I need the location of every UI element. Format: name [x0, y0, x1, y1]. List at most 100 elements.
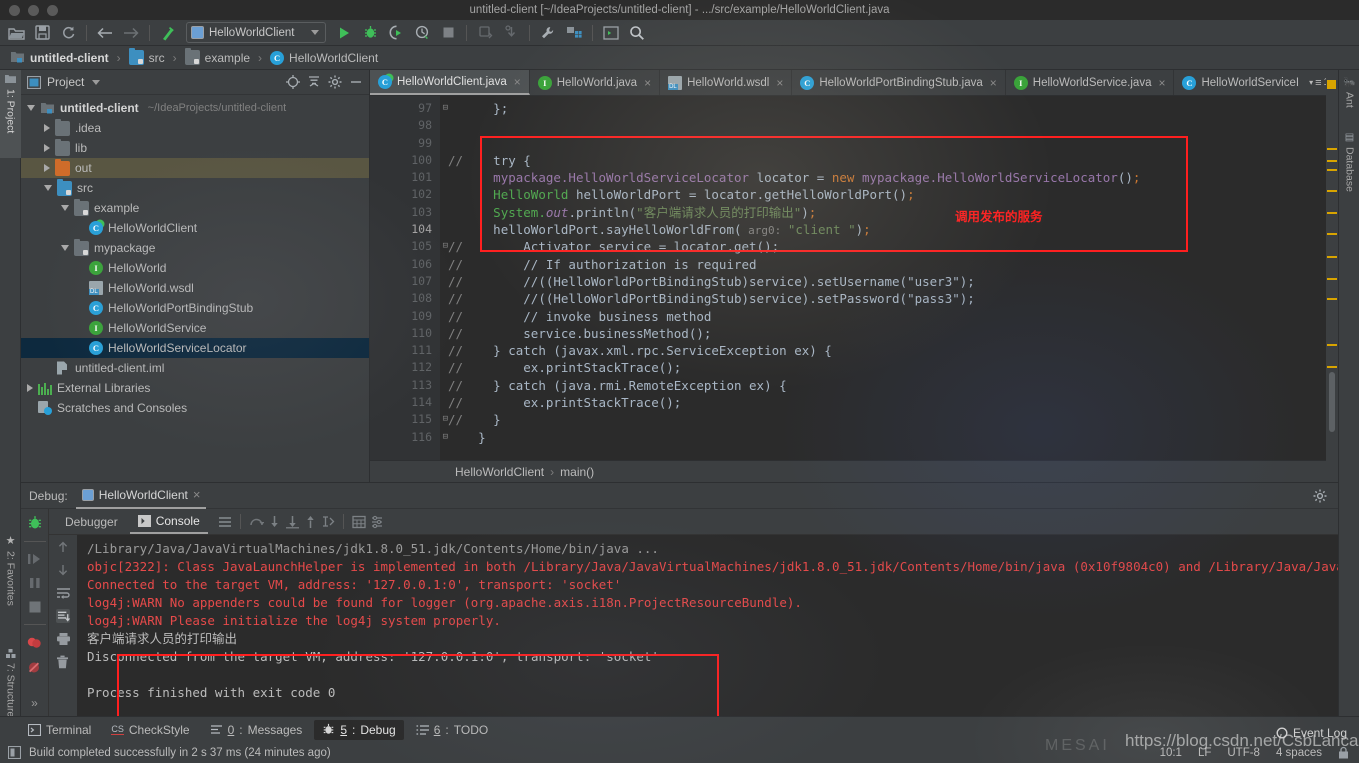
editor-structure-breadcrumb[interactable]: HelloWorldClient › main() — [370, 460, 1338, 482]
breadcrumb-method[interactable]: main() — [560, 465, 594, 479]
step-into-icon[interactable] — [267, 515, 281, 529]
chevron-right-icon[interactable] — [44, 164, 50, 172]
hide-panel-icon[interactable] — [349, 75, 363, 89]
gutter-line-number[interactable]: 100 — [370, 152, 440, 169]
gear-icon[interactable] — [328, 75, 342, 89]
collapse-all-icon[interactable] — [307, 75, 321, 89]
gutter-line-number[interactable]: 111 — [370, 342, 440, 359]
breadcrumb-item-class[interactable]: C HelloWorldClient — [268, 50, 380, 65]
tab-debugger[interactable]: Debugger — [57, 510, 126, 534]
synchronize-icon[interactable] — [56, 22, 80, 44]
chevron-right-icon[interactable] — [44, 144, 50, 152]
search-everywhere-icon[interactable] — [625, 22, 649, 44]
print-icon[interactable] — [56, 632, 70, 646]
update-project-icon[interactable] — [473, 22, 497, 44]
debug-subtabs[interactable]: Debugger Console — [49, 509, 1359, 535]
minimize-window-button[interactable] — [28, 4, 39, 16]
maximize-window-button[interactable] — [47, 4, 58, 16]
sidebar-tab-ant[interactable]: 🐜 Ant — [1339, 72, 1359, 122]
sidebar-tab-favorites[interactable]: ★ 2: Favorites — [0, 530, 21, 635]
settings-icon[interactable] — [536, 22, 560, 44]
gutter-line-number[interactable]: 105 ⊟ — [370, 238, 448, 255]
chevron-down-icon[interactable] — [92, 79, 101, 85]
code-line[interactable]: System.out.println("客户端请求人员的打印输出"); — [440, 204, 1338, 221]
gutter-line-number[interactable]: 113 — [370, 377, 440, 394]
tree-item-example[interactable]: example — [21, 198, 369, 218]
tree-item-untitled-client[interactable]: untitled-client ~/IdeaProjects/untitled-c… — [21, 98, 369, 118]
code-line[interactable]: // ex.printStackTrace(); — [440, 359, 1338, 376]
close-icon[interactable]: × — [644, 76, 651, 90]
gutter-line-number[interactable]: 107 — [370, 273, 440, 290]
breadcrumb-item-project[interactable]: untitled-client — [8, 50, 111, 65]
build-project-icon[interactable] — [156, 22, 180, 44]
save-all-icon[interactable] — [30, 22, 54, 44]
step-out-icon[interactable] — [303, 515, 317, 529]
scroll-to-end-icon[interactable] — [56, 609, 71, 623]
console-output[interactable]: /Library/Java/JavaVirtualMachines/jdk1.8… — [77, 535, 1359, 716]
code-line[interactable]: // service.businessMethod(); — [440, 325, 1338, 342]
gear-icon[interactable] — [1313, 489, 1327, 503]
gutter-line-number[interactable]: 101 — [370, 169, 440, 186]
run-to-cursor-icon[interactable] — [321, 515, 335, 529]
gutter-line-number[interactable]: 109 — [370, 308, 440, 325]
chevron-right-icon[interactable] — [44, 124, 50, 132]
mute-breakpoints-icon[interactable] — [26, 660, 43, 675]
chevron-right-icon[interactable] — [27, 384, 33, 392]
editor-tab-helloworldportbindingstub-java[interactable]: C HelloWorldPortBindingStub.java × — [792, 70, 1006, 95]
gutter-line-number[interactable]: 115 ⊟ — [370, 411, 448, 428]
code-line[interactable]: // // invoke business method — [440, 308, 1338, 325]
code-line[interactable]: // } catch (javax.xml.rpc.ServiceExcepti… — [440, 342, 1338, 359]
code-line[interactable]: mypackage.HelloWorldServiceLocator locat… — [440, 169, 1338, 186]
gutter-line-number[interactable]: 97 ⊟ — [370, 100, 448, 117]
chevron-down-icon[interactable] — [44, 185, 52, 191]
run-with-coverage-icon[interactable] — [384, 22, 408, 44]
project-structure-icon[interactable] — [562, 22, 586, 44]
tree-item--idea[interactable]: .idea — [21, 118, 369, 138]
up-icon[interactable] — [56, 540, 70, 554]
navigate-forward-icon[interactable] — [119, 22, 143, 44]
gutter-line-number[interactable]: 98 — [370, 117, 440, 134]
resume-icon[interactable] — [27, 552, 43, 566]
tree-item-mypackage[interactable]: mypackage — [21, 238, 369, 258]
debug-session-tab[interactable]: HelloWorldClient × — [75, 483, 207, 509]
toolwindow-button-debug[interactable]: 5: Debug — [314, 719, 404, 740]
tree-item-scratches-and-consoles[interactable]: Scratches and Consoles — [21, 398, 369, 418]
code-line[interactable]: // // If authorization is required — [440, 256, 1338, 273]
code-line[interactable]: // Activator service = locator.get(); — [440, 238, 1338, 255]
close-icon[interactable]: × — [990, 76, 997, 90]
navigate-back-icon[interactable] — [93, 22, 117, 44]
code-line[interactable]: // ex.printStackTrace(); — [440, 394, 1338, 411]
event-log-button[interactable]: Event Log — [1276, 726, 1347, 740]
tree-item-out[interactable]: out — [21, 158, 369, 178]
editor-tab-helloworld-java[interactable]: I HelloWorld.java × — [530, 70, 661, 95]
tool-window-bar[interactable]: Terminal CS CheckStyle 0: Messages 5: Debug 6: T… — [0, 716, 1359, 742]
editor-tab-helloworldservicei[interactable]: CHelloWorldServiceI▾≡1 — [1174, 70, 1338, 95]
toolwindow-button-todo[interactable]: 6: TODO — [408, 720, 496, 740]
debug-icon[interactable] — [358, 22, 382, 44]
window-controls[interactable] — [9, 4, 58, 16]
down-icon[interactable] — [56, 563, 70, 577]
chevron-down-icon[interactable] — [61, 245, 69, 251]
sidebar-tab-project[interactable]: 1: Project — [0, 70, 21, 158]
breadcrumb-item-example[interactable]: example — [183, 48, 252, 65]
breadcrumb-item-src[interactable]: src — [127, 48, 167, 65]
gutter-line-number[interactable]: 102 — [370, 186, 440, 203]
close-icon[interactable]: × — [776, 76, 783, 90]
gutter-line-number[interactable]: 110 — [370, 325, 440, 342]
close-window-button[interactable] — [9, 4, 20, 16]
code-line[interactable]: HelloWorld helloWorldPort = locator.getH… — [440, 186, 1338, 203]
gutter-line-number[interactable]: 114 — [370, 394, 440, 411]
gutter-line-number[interactable]: 112 — [370, 359, 440, 376]
close-icon[interactable]: × — [514, 75, 521, 89]
tree-item-src[interactable]: src — [21, 178, 369, 198]
chevron-down-icon[interactable] — [27, 105, 35, 111]
tree-item-untitled-client-iml[interactable]: untitled-client.iml — [21, 358, 369, 378]
clear-all-icon[interactable] — [56, 655, 70, 669]
stop-icon[interactable] — [28, 600, 42, 614]
terminal-icon[interactable] — [599, 22, 623, 44]
code-line[interactable]: // //((HelloWorldPortBindingStub)service… — [440, 273, 1338, 290]
lock-icon[interactable] — [1338, 746, 1349, 759]
rerun-icon[interactable] — [27, 515, 43, 531]
code-line[interactable]: // } catch (java.rmi.RemoteException ex)… — [440, 377, 1338, 394]
stop-icon[interactable] — [436, 22, 460, 44]
